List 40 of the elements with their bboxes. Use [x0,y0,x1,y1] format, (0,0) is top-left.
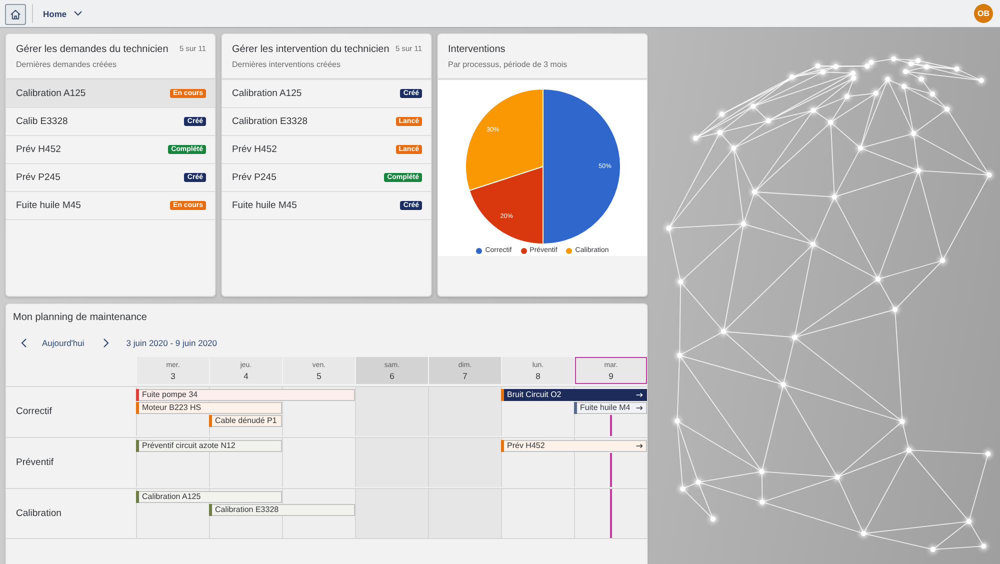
row-label: Calibration [16,508,62,520]
card-title: Gérer les intervention du technicien [232,43,390,56]
day-number: 3 [170,370,176,380]
appointment[interactable]: Bruit Circuit O2 [501,389,647,401]
home-button[interactable] [5,4,26,25]
today-button[interactable]: Aujourd'hui [40,336,86,350]
legend-dot-icon [566,248,572,254]
row-label: Préventif [16,456,54,468]
current-time-line [610,453,612,487]
day-number: 4 [244,370,248,380]
card-title: Interventions [448,43,506,56]
home-icon [10,9,21,20]
appointment[interactable]: Prév H452 [501,440,647,452]
appointment[interactable]: Moteur B223 HS [136,402,282,414]
appointment[interactable]: Cable dénudé P1 [209,415,282,427]
day-number: 8 [536,370,540,380]
card-subtitle: Par processus, période de 3 mois [448,59,568,70]
chevron-right-icon [103,338,110,348]
current-time-line [610,489,612,538]
legend-dot-icon [476,248,482,254]
chevron-left-icon [21,338,27,348]
current-time-line [610,415,612,436]
card-title: Gérer les demandes du technicien [16,43,168,56]
card-title: Mon planning de maintenance [13,311,147,325]
day-number: 5 [316,370,322,380]
appointment[interactable]: Calibration E3328 [209,504,355,516]
row-label: Correctif [16,406,52,418]
appointment[interactable]: Fuite pompe 34 [136,389,355,401]
appointment[interactable]: Fuite huile M4 [574,402,647,414]
home-menu-button[interactable]: Home [42,6,83,20]
legend-dot-icon [520,248,527,254]
card-subtitle: Dernières interventions créées [232,59,340,70]
appointment[interactable]: Calibration A125 [136,491,282,503]
day-number: 7 [462,370,468,380]
card-subtitle: Dernières demandes créées [16,59,116,70]
date-range-button[interactable]: 3 juin 2020 - 9 juin 2020 [124,336,220,350]
chevron-down-icon [74,11,82,16]
day-number: 6 [390,370,394,380]
appointment[interactable]: Préventif circuit azote N12 [136,440,282,452]
day-number: 9 [608,370,614,380]
